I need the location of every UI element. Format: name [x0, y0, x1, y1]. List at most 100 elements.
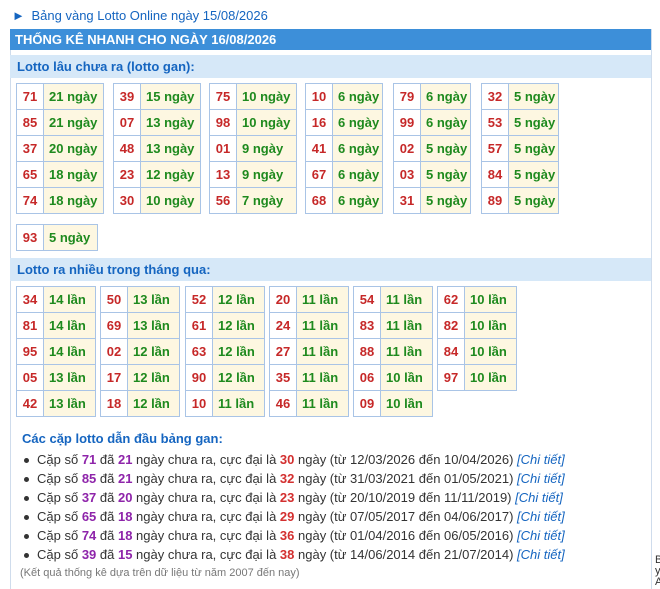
lotto-number: 41 [305, 135, 333, 162]
lotto-count: 11 lần [296, 338, 349, 365]
lotto-online-link-text: Bảng vàng Lotto Online ngày 15/08/2026 [31, 8, 268, 23]
lotto-count: 6 ngày [420, 109, 471, 136]
lotto-count: 13 lần [43, 390, 96, 417]
lotto-number: 98 [209, 109, 237, 136]
lotto-number: 74 [16, 187, 44, 214]
pair-text: ngày chưa ra, cực đại là [132, 547, 280, 562]
lotto-count: 13 ngày [140, 135, 201, 162]
lotto-number: 17 [100, 364, 128, 391]
lotto-number: 09 [353, 390, 381, 417]
data-source-note: (Kết quả thống kê dựa trên dữ liệu từ nă… [20, 567, 300, 579]
pair-text: đã [96, 547, 118, 562]
detail-link[interactable]: [Chi tiết] [517, 471, 565, 486]
lotto-count: 12 lần [212, 338, 265, 365]
pair-days: 20 [117, 490, 133, 505]
pair-range: ngày (từ 14/06/2014 đến 21/07/2014) [294, 547, 518, 562]
detail-link[interactable]: [Chi tiết] [517, 509, 565, 524]
pair-text: ngày chưa ra, cực đại là [132, 509, 280, 524]
lotto-count: 9 ngày [236, 161, 297, 188]
detail-link[interactable]: [Chi tiết] [517, 547, 565, 562]
lotto-count: 10 lần [464, 286, 517, 313]
table-row: 68 6 ngày [305, 187, 383, 214]
lotto-number: 61 [185, 312, 213, 339]
lotto-number: 10 [305, 83, 333, 110]
pair-label: Cặp số [37, 471, 82, 486]
lotto-number: 57 [481, 135, 509, 162]
table-row: 95 14 lần [16, 338, 96, 365]
table-row: 39 15 ngày [113, 83, 201, 110]
lotto-count: 7 ngày [236, 187, 297, 214]
lotto-count: 10 ngày [236, 83, 297, 110]
table-row: 05 13 lần [16, 364, 96, 391]
lotto-count: 10 lần [464, 338, 517, 365]
lotto-count: 5 ngày [508, 109, 559, 136]
table-row: 10 11 lần [185, 390, 265, 417]
lotto-number: 53 [481, 109, 509, 136]
lotto-number: 18 [100, 390, 128, 417]
lotto-count: 11 lần [380, 286, 433, 313]
table-row: 35 11 lần [269, 364, 349, 391]
table-row: 89 5 ngày [481, 187, 559, 214]
table-row: 52 12 lần [185, 286, 265, 313]
bullet-icon [24, 458, 29, 464]
lotto-number: 82 [437, 312, 465, 339]
table-row: 84 10 lần [437, 338, 517, 365]
pair-label: Cặp số [37, 452, 82, 467]
pair-number: 37 [81, 490, 97, 505]
pair-max: 36 [279, 528, 295, 543]
table-row: 79 6 ngày [393, 83, 471, 110]
table-row: 84 5 ngày [481, 161, 559, 188]
pair-max: 23 [279, 490, 295, 505]
lotto-number: 97 [437, 364, 465, 391]
table-row: 62 10 lần [437, 286, 517, 313]
table-row: 37 20 ngày [16, 135, 104, 162]
lotto-number: 16 [305, 109, 333, 136]
lotto-number: 32 [481, 83, 509, 110]
lotto-count: 11 lần [380, 338, 433, 365]
lotto-number: 23 [113, 161, 141, 188]
detail-link[interactable]: [Chi tiết] [515, 490, 563, 505]
frequent-section-title: Lotto ra nhiều trong tháng qua: [10, 258, 651, 281]
table-row: 88 11 lần [353, 338, 433, 365]
lotto-number: 56 [209, 187, 237, 214]
lotto-number: 95 [16, 338, 44, 365]
table-row: 50 13 lần [100, 286, 180, 313]
pair-range: ngày (từ 07/05/2017 đến 04/06/2017) [294, 509, 518, 524]
lotto-count: 11 lần [296, 390, 349, 417]
lotto-number: 90 [185, 364, 213, 391]
pair-text: ngày chưa ra, cực đại là [132, 452, 280, 467]
lotto-number: 65 [16, 161, 44, 188]
table-row: 46 11 lần [269, 390, 349, 417]
pair-range: ngày (từ 01/04/2016 đến 06/05/2016) [294, 528, 518, 543]
detail-link[interactable]: [Chi tiết] [517, 528, 565, 543]
table-row: 85 21 ngày [16, 109, 104, 136]
table-row: 41 6 ngày [305, 135, 383, 162]
table-row: 09 10 lần [353, 390, 433, 417]
lotto-number: 89 [481, 187, 509, 214]
lotto-count: 5 ngày [508, 83, 559, 110]
table-row: 61 12 lần [185, 312, 265, 339]
table-row: 97 10 lần [437, 364, 517, 391]
lotto-count: 5 ngày [420, 135, 471, 162]
pair-max: 30 [279, 452, 295, 467]
frequent-col-3-table: 52 12 lần 61 12 lần 63 12 lần 90 12 lần 10 11 lần [185, 286, 265, 417]
table-row: 90 12 lần [185, 364, 265, 391]
lotto-count: 18 ngày [43, 161, 104, 188]
frequent-col-6-table: 62 10 lần 82 10 lần 84 10 lần 97 10 lần [437, 286, 517, 391]
lotto-number: 06 [353, 364, 381, 391]
pair-text: đã [96, 471, 118, 486]
list-item: Cặp số 39 đã 15 ngày chưa ra, cực đại là… [24, 545, 642, 564]
detail-link[interactable]: [Chi tiết] [517, 452, 565, 467]
lotto-count: 9 ngày [236, 135, 297, 162]
pair-range: ngày (từ 31/03/2021 đến 01/05/2021) [294, 471, 518, 486]
lotto-number: 01 [209, 135, 237, 162]
list-item: Cặp số 37 đã 20 ngày chưa ra, cực đại là… [24, 488, 642, 507]
table-row: 63 12 lần [185, 338, 265, 365]
lotto-count: 14 lần [43, 338, 96, 365]
lotto-count: 12 lần [127, 338, 180, 365]
lotto-number: 46 [269, 390, 297, 417]
lotto-online-link[interactable]: ► Bảng vàng Lotto Online ngày 15/08/2026 [12, 8, 268, 23]
gan-col-5-table: 79 6 ngày 99 6 ngày 02 5 ngày 03 5 ngày 31 5 ngày [393, 83, 471, 214]
lotto-count: 6 ngày [420, 83, 471, 110]
table-row: 20 11 lần [269, 286, 349, 313]
